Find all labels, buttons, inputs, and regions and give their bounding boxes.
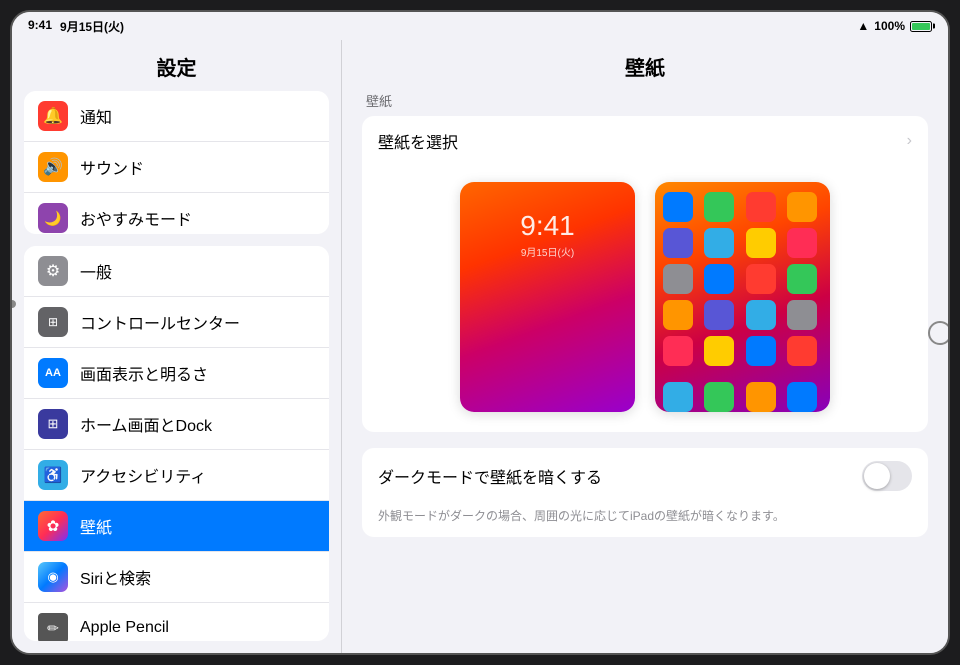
app-icon <box>663 264 693 294</box>
darkmode-toggle[interactable] <box>862 461 912 491</box>
app-icon <box>746 264 776 294</box>
app-icon <box>787 300 817 330</box>
ipad-frame: 9:41 9月15日(火) ▲ 100% 設定 🔔 通知 🔊 <box>10 10 950 655</box>
app-grid <box>655 182 830 412</box>
app-icon <box>704 336 734 366</box>
accessibility-icon: ♿ <box>38 460 68 490</box>
applepencil-label: Apple Pencil <box>80 619 169 637</box>
app-icon <box>663 192 693 222</box>
app-icon <box>663 300 693 330</box>
wallpaper-card: 壁紙を選択 › 9:41 9月15日(火) <box>362 116 928 432</box>
donotdisturb-icon: 🌙 <box>38 203 68 233</box>
homescreen-label: ホーム画面とDock <box>80 412 212 436</box>
sidebar-item-accessibility[interactable]: ♿ アクセシビリティ <box>24 450 329 501</box>
general-icon: ⚙ <box>38 256 68 286</box>
app-icon <box>704 300 734 330</box>
homescreen-icon: ⊞ <box>38 409 68 439</box>
wallpaper-icon: ✿ <box>38 511 68 541</box>
lock-date: 9月15日(火) <box>521 244 574 259</box>
app-icon <box>663 228 693 258</box>
darkmode-row: ダークモードで壁紙を暗くする <box>362 448 928 504</box>
app-icon <box>746 192 776 222</box>
wifi-icon: ▲ <box>857 19 869 33</box>
time: 9:41 <box>28 18 52 35</box>
sidebar-item-notifications[interactable]: 🔔 通知 <box>24 91 329 142</box>
lockscreen-wallpaper: 9:41 9月15日(火) <box>460 182 635 412</box>
home-button[interactable] <box>928 321 950 345</box>
status-right: ▲ 100% <box>857 19 932 33</box>
lock-time: 9:41 <box>520 212 575 240</box>
homescreen-wallpaper <box>655 182 830 412</box>
siri-icon: ◉ <box>38 562 68 592</box>
app-icon <box>704 228 734 258</box>
siri-label: Siriと検索 <box>80 565 151 589</box>
controlcenter-label: コントロールセンター <box>80 310 240 334</box>
applepencil-icon: ✏ <box>38 613 68 641</box>
sidebar-item-siri[interactable]: ◉ Siriと検索 <box>24 552 329 603</box>
controlcenter-icon: ⊞ <box>38 307 68 337</box>
app-icon <box>746 228 776 258</box>
app-icon <box>663 382 693 412</box>
status-left: 9:41 9月15日(火) <box>28 18 124 35</box>
section-label: 壁紙 <box>362 91 928 110</box>
status-bar: 9:41 9月15日(火) ▲ 100% <box>12 12 948 40</box>
display-icon: AA <box>38 358 68 388</box>
display-label: 画面表示と明るさ <box>80 361 208 385</box>
donotdisturb-label: おやすみモード <box>80 206 192 230</box>
app-icon <box>746 336 776 366</box>
app-icon <box>704 192 734 222</box>
app-icon <box>746 300 776 330</box>
sidebar-item-controlcenter[interactable]: ⊞ コントロールセンター <box>24 297 329 348</box>
sidebar-item-wallpaper[interactable]: ✿ 壁紙 <box>24 501 329 552</box>
battery-indicator <box>910 21 932 32</box>
sidebar-item-display[interactable]: AA 画面表示と明るさ <box>24 348 329 399</box>
accessibility-label: アクセシビリティ <box>80 463 206 487</box>
sound-label: サウンド <box>80 155 144 179</box>
chevron-right-icon: › <box>907 132 912 150</box>
sidebar-item-applepencil[interactable]: ✏ Apple Pencil <box>24 603 329 641</box>
app-icon <box>663 336 693 366</box>
date: 9月15日(火) <box>60 18 124 35</box>
darkmode-label: ダークモードで壁紙を暗くする <box>378 464 602 488</box>
app-icon <box>787 382 817 412</box>
notifications-icon: 🔔 <box>38 101 68 131</box>
app-icon <box>787 336 817 366</box>
darkmode-description: 外観モードがダークの場合、周囲の光に応じてiPadの壁紙が暗くなります。 <box>362 504 928 537</box>
lockscreen-preview[interactable]: 9:41 9月15日(火) <box>460 182 635 412</box>
sidebar-item-sound[interactable]: 🔊 サウンド <box>24 142 329 193</box>
sidebar-section-1: 🔔 通知 🔊 サウンド 🌙 おやすみモード ⏱ スクリーンタイム <box>24 91 329 234</box>
select-wallpaper-row[interactable]: 壁紙を選択 › <box>362 116 928 166</box>
content-area: 壁紙 壁紙 壁紙を選択 › 9:41 9月15日(火) <box>342 40 948 653</box>
content-title: 壁紙 <box>342 40 948 91</box>
sound-icon: 🔊 <box>38 152 68 182</box>
notifications-label: 通知 <box>80 104 112 128</box>
battery-percent: 100% <box>874 19 905 33</box>
sidebar-title: 設定 <box>12 40 341 91</box>
select-wallpaper-text: 壁紙を選択 <box>378 129 458 153</box>
sidebar-item-general[interactable]: ⚙ 一般 <box>24 246 329 297</box>
wallpaper-previews: 9:41 9月15日(火) <box>362 166 928 432</box>
battery-fill <box>912 23 930 30</box>
general-label: 一般 <box>80 259 112 283</box>
wallpaper-label: 壁紙 <box>80 514 112 538</box>
app-icon <box>787 228 817 258</box>
sidebar-item-donotdisturb[interactable]: 🌙 おやすみモード <box>24 193 329 234</box>
app-icon <box>746 382 776 412</box>
main-content: 設定 🔔 通知 🔊 サウンド 🌙 おやすみモード ⏱ スクリーンタイム <box>12 40 948 653</box>
sidebar: 設定 🔔 通知 🔊 サウンド 🌙 おやすみモード ⏱ スクリーンタイム <box>12 40 342 653</box>
app-icon <box>787 264 817 294</box>
sidebar-item-homescreen[interactable]: ⊞ ホーム画面とDock <box>24 399 329 450</box>
app-icon <box>704 264 734 294</box>
content-body: 壁紙 壁紙を選択 › 9:41 9月15日(火) <box>342 91 948 653</box>
app-icon <box>704 382 734 412</box>
homescreen-preview[interactable] <box>655 182 830 412</box>
app-icon <box>787 192 817 222</box>
darkmode-card: ダークモードで壁紙を暗くする 外観モードがダークの場合、周囲の光に応じてiPad… <box>362 448 928 537</box>
sidebar-section-2: ⚙ 一般 ⊞ コントロールセンター AA 画面表示と明るさ ⊞ ホーム画面とDo… <box>24 246 329 641</box>
